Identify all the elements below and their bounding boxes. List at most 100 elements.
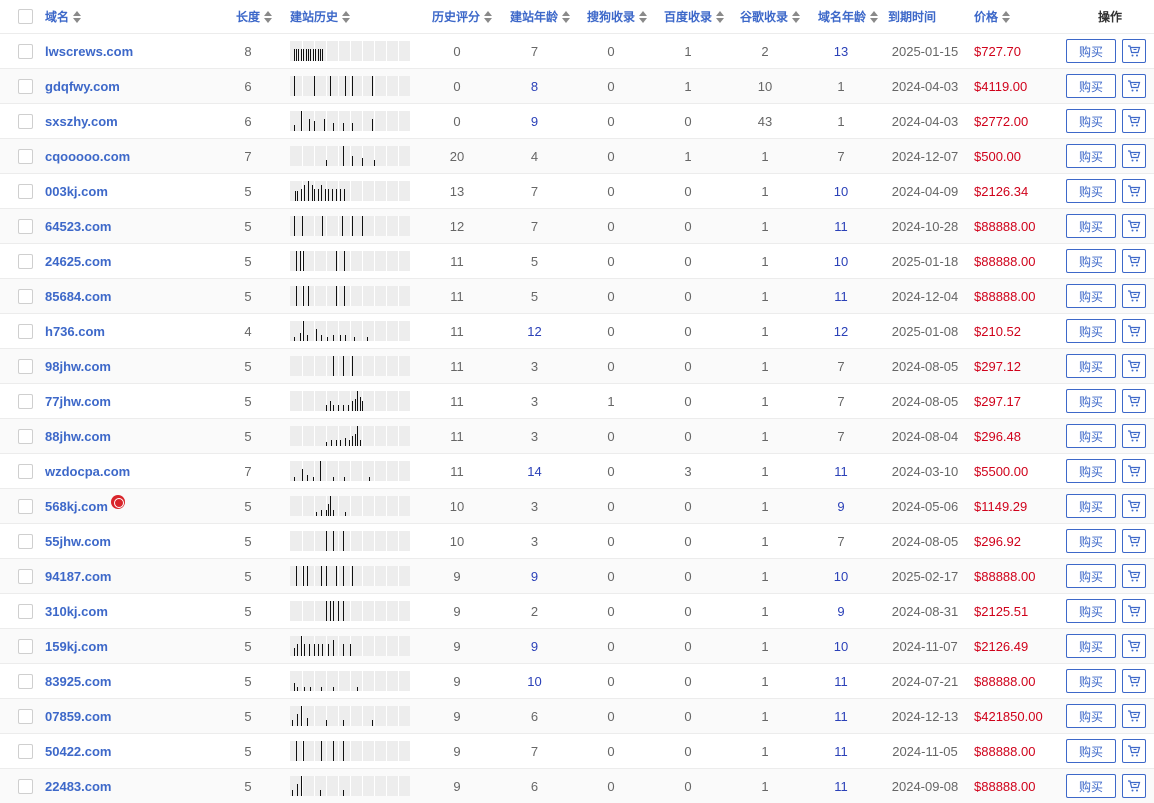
domain-link[interactable]: 83925.com <box>45 674 112 689</box>
domain-link[interactable]: 77jhw.com <box>45 394 111 409</box>
row-checkbox[interactable] <box>18 498 33 514</box>
history-sparkline[interactable] <box>290 496 410 516</box>
cart-button[interactable] <box>1122 704 1146 728</box>
cart-button[interactable] <box>1122 354 1146 378</box>
buy-button[interactable]: 购买 <box>1066 529 1116 553</box>
cart-button[interactable] <box>1122 284 1146 308</box>
history-sparkline[interactable] <box>290 391 410 411</box>
buy-button[interactable]: 购买 <box>1066 284 1116 308</box>
history-sparkline[interactable] <box>290 41 410 61</box>
domain-link[interactable]: 159kj.com <box>45 639 108 654</box>
header-google[interactable]: 谷歌收录 <box>740 0 816 33</box>
history-sparkline[interactable] <box>290 76 410 96</box>
buy-button[interactable]: 购买 <box>1066 774 1116 798</box>
cart-button[interactable] <box>1122 459 1146 483</box>
sort-icon[interactable] <box>484 10 493 23</box>
history-sparkline[interactable] <box>290 111 410 131</box>
row-checkbox[interactable] <box>18 393 33 409</box>
domain-link[interactable]: h736.com <box>45 324 105 339</box>
row-checkbox[interactable] <box>18 43 33 59</box>
cart-button[interactable] <box>1122 144 1146 168</box>
row-checkbox[interactable] <box>18 638 33 654</box>
history-sparkline[interactable] <box>290 776 410 796</box>
row-checkbox[interactable] <box>18 148 33 164</box>
buy-button[interactable]: 购买 <box>1066 599 1116 623</box>
row-checkbox[interactable] <box>18 568 33 584</box>
sort-icon[interactable] <box>562 10 571 23</box>
row-checkbox[interactable] <box>18 743 33 759</box>
domain-link[interactable]: 568kj.com <box>45 499 108 514</box>
header-sogou[interactable]: 搜狗收录 <box>587 0 661 33</box>
buy-button[interactable]: 购买 <box>1066 669 1116 693</box>
history-sparkline[interactable] <box>290 426 410 446</box>
domain-link[interactable]: 88jhw.com <box>45 429 111 444</box>
cart-button[interactable] <box>1122 109 1146 133</box>
cart-button[interactable] <box>1122 179 1146 203</box>
cart-button[interactable] <box>1122 774 1146 798</box>
domain-link[interactable]: 310kj.com <box>45 604 108 619</box>
buy-button[interactable]: 购买 <box>1066 424 1116 448</box>
row-checkbox[interactable] <box>18 288 33 304</box>
row-checkbox[interactable] <box>18 708 33 724</box>
history-sparkline[interactable] <box>290 146 410 166</box>
history-sparkline[interactable] <box>290 321 410 341</box>
cart-button[interactable] <box>1122 599 1146 623</box>
domain-link[interactable]: lwscrews.com <box>45 44 133 59</box>
buy-button[interactable]: 购买 <box>1066 739 1116 763</box>
cart-button[interactable] <box>1122 634 1146 658</box>
domain-link[interactable]: 50422.com <box>45 744 112 759</box>
history-sparkline[interactable] <box>290 566 410 586</box>
history-sparkline[interactable] <box>290 286 410 306</box>
cart-button[interactable] <box>1122 564 1146 588</box>
domain-link[interactable]: 55jhw.com <box>45 534 111 549</box>
buy-button[interactable]: 购买 <box>1066 214 1116 238</box>
domain-link[interactable]: cqooooo.com <box>45 149 130 164</box>
buy-button[interactable]: 购买 <box>1066 704 1116 728</box>
sort-icon[interactable] <box>264 10 273 23</box>
sort-icon[interactable] <box>716 10 725 23</box>
history-sparkline[interactable] <box>290 531 410 551</box>
cart-button[interactable] <box>1122 39 1146 63</box>
cart-button[interactable] <box>1122 529 1146 553</box>
row-checkbox[interactable] <box>18 113 33 129</box>
buy-button[interactable]: 购买 <box>1066 634 1116 658</box>
sort-icon[interactable] <box>73 10 82 23</box>
history-sparkline[interactable] <box>290 601 410 621</box>
row-checkbox[interactable] <box>18 183 33 199</box>
history-sparkline[interactable] <box>290 671 410 691</box>
row-checkbox[interactable] <box>18 78 33 94</box>
history-sparkline[interactable] <box>290 251 410 271</box>
buy-button[interactable]: 购买 <box>1066 494 1116 518</box>
header-domain[interactable]: 域名 <box>45 0 235 33</box>
buy-button[interactable]: 购买 <box>1066 144 1116 168</box>
buy-button[interactable]: 购买 <box>1066 179 1116 203</box>
domain-link[interactable]: 64523.com <box>45 219 112 234</box>
select-all-checkbox[interactable] <box>18 9 33 24</box>
buy-button[interactable]: 购买 <box>1066 39 1116 63</box>
header-expiry[interactable]: 到期时间 <box>888 0 968 33</box>
buy-button[interactable]: 购买 <box>1066 74 1116 98</box>
buy-button[interactable]: 购买 <box>1066 389 1116 413</box>
domain-link[interactable]: 07859.com <box>45 709 112 724</box>
history-sparkline[interactable] <box>290 216 410 236</box>
cart-button[interactable] <box>1122 494 1146 518</box>
row-checkbox[interactable] <box>18 253 33 269</box>
row-checkbox[interactable] <box>18 673 33 689</box>
domain-link[interactable]: sxszhy.com <box>45 114 118 129</box>
cart-button[interactable] <box>1122 424 1146 448</box>
buy-button[interactable]: 购买 <box>1066 459 1116 483</box>
domain-link[interactable]: 85684.com <box>45 289 112 304</box>
domain-link[interactable]: wzdocpa.com <box>45 464 130 479</box>
row-checkbox[interactable] <box>18 358 33 374</box>
header-price[interactable]: 价格 <box>974 0 1060 33</box>
sort-icon[interactable] <box>870 10 879 23</box>
cart-button[interactable] <box>1122 249 1146 273</box>
sort-icon[interactable] <box>342 10 351 23</box>
history-sparkline[interactable] <box>290 356 410 376</box>
history-sparkline[interactable] <box>290 706 410 726</box>
domain-link[interactable]: 94187.com <box>45 569 112 584</box>
buy-button[interactable]: 购买 <box>1066 249 1116 273</box>
sort-icon[interactable] <box>792 10 801 23</box>
domain-link[interactable]: 24625.com <box>45 254 112 269</box>
history-sparkline[interactable] <box>290 741 410 761</box>
